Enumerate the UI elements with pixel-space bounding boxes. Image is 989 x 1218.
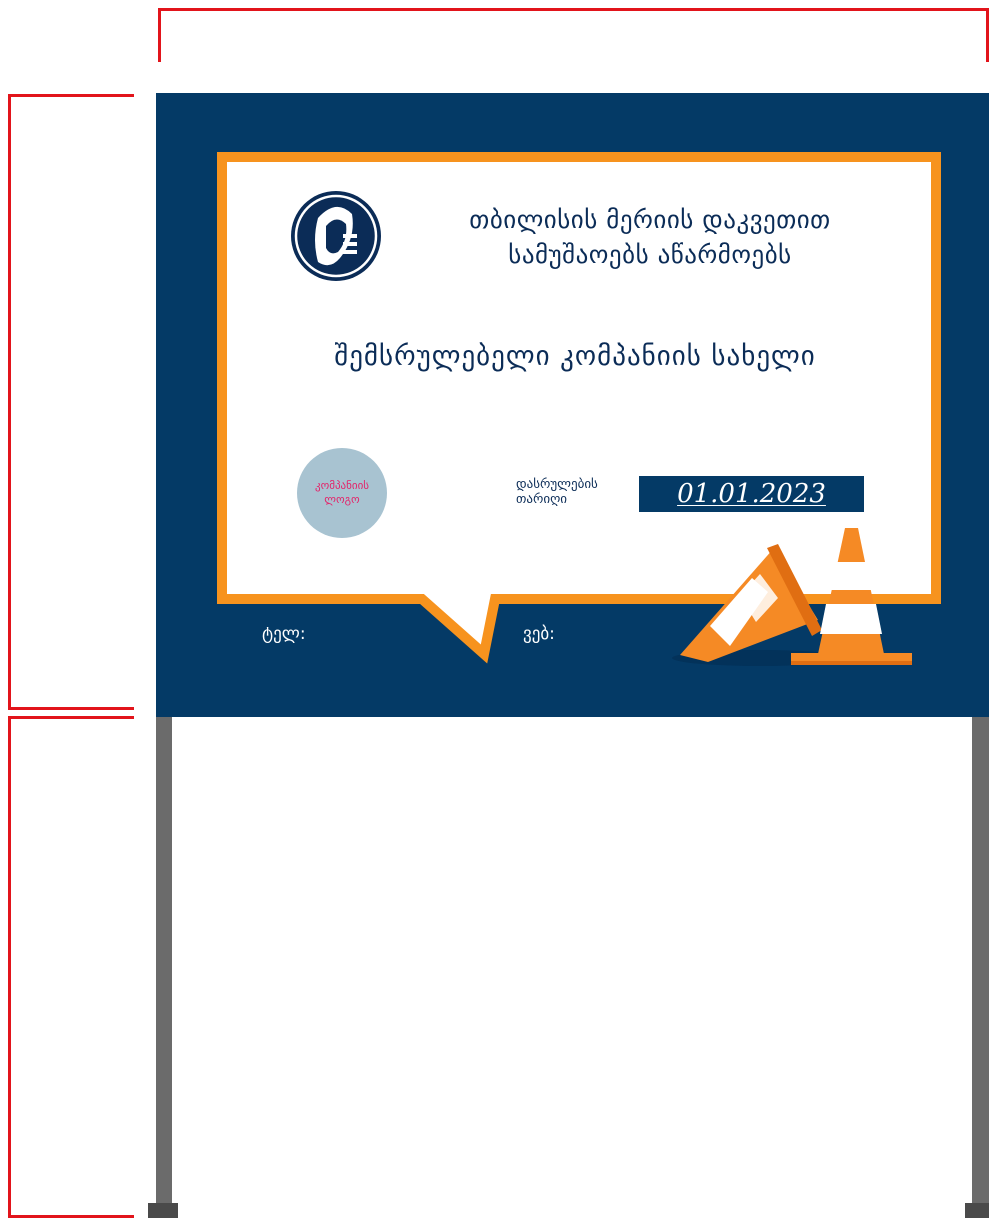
sign-title-line1: თბილისის მერიის დაკვეთით: [469, 205, 831, 234]
company-logo-line2: ლოგო: [324, 493, 360, 506]
completion-date-value: 01.01.2023: [677, 479, 826, 509]
completion-label-line2: თარიღი: [516, 492, 568, 507]
completion-date-label: დასრულების თარიღი: [516, 477, 598, 507]
sign-title-line2: სამუშაოებს აწარმოებს: [508, 240, 792, 269]
company-logo-line1: კომპანიის: [314, 479, 370, 492]
phone-label: ტელ:: [262, 624, 306, 644]
completion-label-line1: დასრულების: [516, 477, 598, 492]
company-name: შემსრულებელი კომპანიის სახელი: [334, 341, 816, 372]
tbilisi-emblem-icon: [291, 191, 381, 281]
company-logo-placeholder: კომპანიის ლოგო: [297, 448, 387, 538]
sign-graphics: [217, 152, 941, 666]
web-label: ვებ:: [523, 624, 555, 644]
completion-date-box: 01.01.2023: [639, 476, 864, 512]
